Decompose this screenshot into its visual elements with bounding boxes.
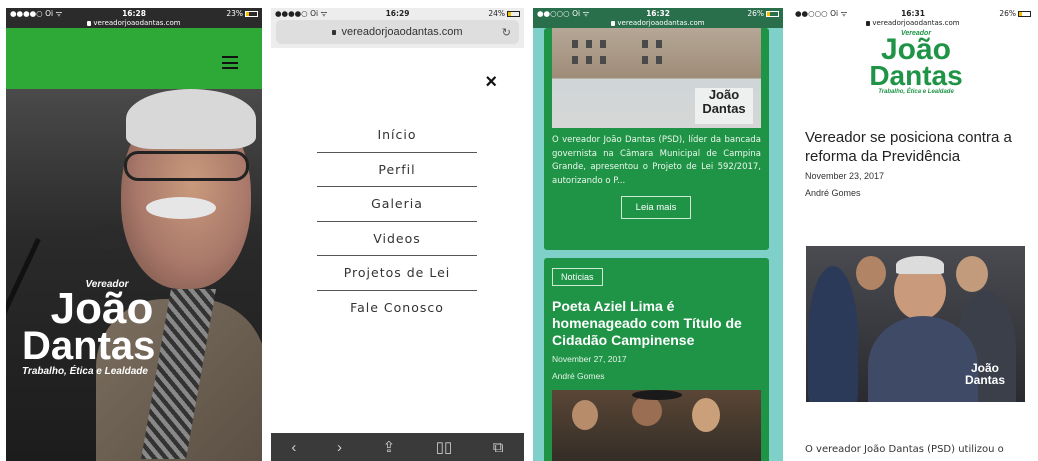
battery-percent: 26% — [747, 9, 764, 18]
read-more-button[interactable]: Leia mais — [621, 196, 691, 219]
news-card: Notícias Poeta Aziel Lima é homenageado … — [544, 258, 769, 461]
image-logo: João Dantas — [695, 88, 753, 124]
photo-logo-line2: Dantas — [964, 373, 1005, 387]
portrait-hair — [126, 89, 256, 149]
lock-icon — [611, 20, 616, 26]
event-photo — [552, 390, 761, 461]
news-card: João Dantas O vereador João Dantas (PSD)… — [544, 28, 769, 250]
lock-icon — [87, 20, 92, 26]
logo-last-name: Dantas — [869, 60, 963, 91]
nav-menu: Início Perfil Galeria Videos Projetos de… — [317, 118, 477, 325]
back-icon[interactable]: ‹ — [291, 439, 296, 456]
hero-photo: Vereador João Dantas Trabalho, Ética e L… — [6, 89, 262, 461]
image-logo-line1: João — [708, 87, 740, 102]
url-text: vereadorjoaodantas.com — [341, 26, 463, 38]
hero-logo: Vereador João Dantas Trabalho, Ética e L… — [22, 279, 182, 377]
photo-logo: João Dantas — [957, 362, 1013, 396]
url-bar[interactable]: vereadorjoaodantas.com — [533, 19, 783, 28]
battery-status: 26% — [971, 9, 1031, 18]
status-bar: ●●○○○ Oi ᯤ 16:31 26% — [791, 8, 1035, 19]
url-text: vereadorjoaodantas.com — [872, 19, 960, 27]
carrier-signal: ●●○○○ Oi ᯤ — [795, 8, 848, 18]
menu-item-contato[interactable]: Fale Conosco — [317, 291, 477, 326]
carrier-signal: ●●●●○ Oi ᯤ — [10, 8, 63, 18]
battery-icon — [766, 10, 779, 17]
carrier-signal: ●●●●○ Oi ᯤ — [275, 8, 328, 18]
lock-icon — [866, 20, 871, 26]
battery-status: 26% — [719, 9, 779, 18]
article-date: November 23, 2017 — [805, 171, 885, 181]
status-bar: ●●●●○ Oi ᯤ 16:28 23% — [6, 8, 262, 19]
battery-status: 23% — [198, 9, 258, 18]
clock: 16:28 — [122, 9, 146, 18]
battery-icon — [507, 10, 520, 17]
share-icon[interactable]: ⇪ — [383, 438, 396, 456]
url-bar[interactable]: vereadorjoaodantas.com — [791, 19, 1035, 28]
carrier-signal: ●●○○○ Oi ᯤ — [537, 8, 590, 18]
menu-item-galeria[interactable]: Galeria — [317, 187, 477, 222]
portrait-mustache — [146, 197, 216, 219]
microphone-icon — [96, 224, 122, 250]
lock-icon — [332, 29, 337, 35]
menu-item-perfil[interactable]: Perfil — [317, 153, 477, 187]
battery-icon — [1018, 10, 1031, 17]
address-bar[interactable]: vereadorjoaodantas.com ↻ — [276, 20, 519, 44]
logo-slogan: Trabalho, Ética e Lealdade — [22, 366, 148, 377]
building-photo: João Dantas — [552, 28, 761, 128]
status-bar: ●●●●○ Oi ᯤ 16:29 24% — [271, 8, 524, 19]
site-logo[interactable]: Vereador João Dantas Trabalho, Ética e L… — [861, 30, 971, 95]
card-title[interactable]: Poeta Aziel Lima é homenageado com Títul… — [552, 298, 761, 349]
url-text: vereadorjoaodantas.com — [617, 19, 705, 27]
screen-menu: ●●●●○ Oi ᯤ 16:29 24% vereadorjoaodantas.… — [271, 8, 524, 461]
portrait-glasses — [124, 151, 249, 181]
hamburger-menu-icon[interactable] — [222, 56, 238, 69]
site-header — [6, 28, 262, 89]
screen-home-hero: ●●●●○ Oi ᯤ 16:28 23% vereadorjoaodantas.… — [6, 8, 262, 461]
card-excerpt: O vereador João Dantas (PSD), líder da b… — [552, 135, 761, 186]
clock: 16:32 — [646, 9, 670, 18]
category-badge[interactable]: Notícias — [552, 268, 603, 286]
menu-item-inicio[interactable]: Início — [317, 118, 477, 153]
url-text: vereadorjoaodantas.com — [93, 19, 181, 27]
article-photo: João Dantas — [806, 246, 1025, 402]
logo-last-name: Dantas — [22, 324, 156, 368]
bookmarks-icon[interactable]: ▯▯ — [436, 438, 453, 456]
url-bar[interactable]: vereadorjoaodantas.com — [6, 19, 262, 28]
logo-first-name: João — [50, 284, 154, 333]
menu-item-projetos[interactable]: Projetos de Lei — [317, 256, 477, 291]
card-author: André Gomes — [552, 371, 605, 381]
browser-toolbar: ‹ › ⇪ ▯▯ ⧉ — [271, 433, 524, 461]
forward-icon[interactable]: › — [337, 439, 342, 456]
article-author: André Gomes — [805, 188, 861, 198]
menu-item-videos[interactable]: Videos — [317, 222, 477, 256]
status-bar: ●●○○○ Oi ᯤ 16:32 26% — [533, 8, 783, 19]
screen-article: ●●○○○ Oi ᯤ 16:31 26% vereadorjoaodantas.… — [791, 8, 1035, 461]
tabs-icon[interactable]: ⧉ — [493, 439, 504, 456]
screen-news-feed: ●●○○○ Oi ᯤ 16:32 26% vereadorjoaodantas.… — [533, 8, 783, 461]
reload-icon[interactable]: ↻ — [502, 26, 511, 39]
clock: 16:29 — [385, 9, 410, 18]
battery-percent: 26% — [999, 9, 1016, 18]
close-icon[interactable]: × — [485, 72, 497, 92]
article-body: O vereador João Dantas (PSD) utilizou o — [805, 444, 1004, 455]
battery-percent: 24% — [488, 9, 505, 18]
battery-icon — [245, 10, 258, 17]
clock: 16:31 — [901, 9, 925, 18]
battery-percent: 23% — [226, 9, 243, 18]
article-title: Vereador se posiciona contra a reforma d… — [805, 129, 1012, 165]
image-logo-line2: Dantas — [702, 101, 746, 116]
battery-status: 24% — [460, 9, 520, 18]
card-date: November 27, 2017 — [552, 354, 627, 364]
